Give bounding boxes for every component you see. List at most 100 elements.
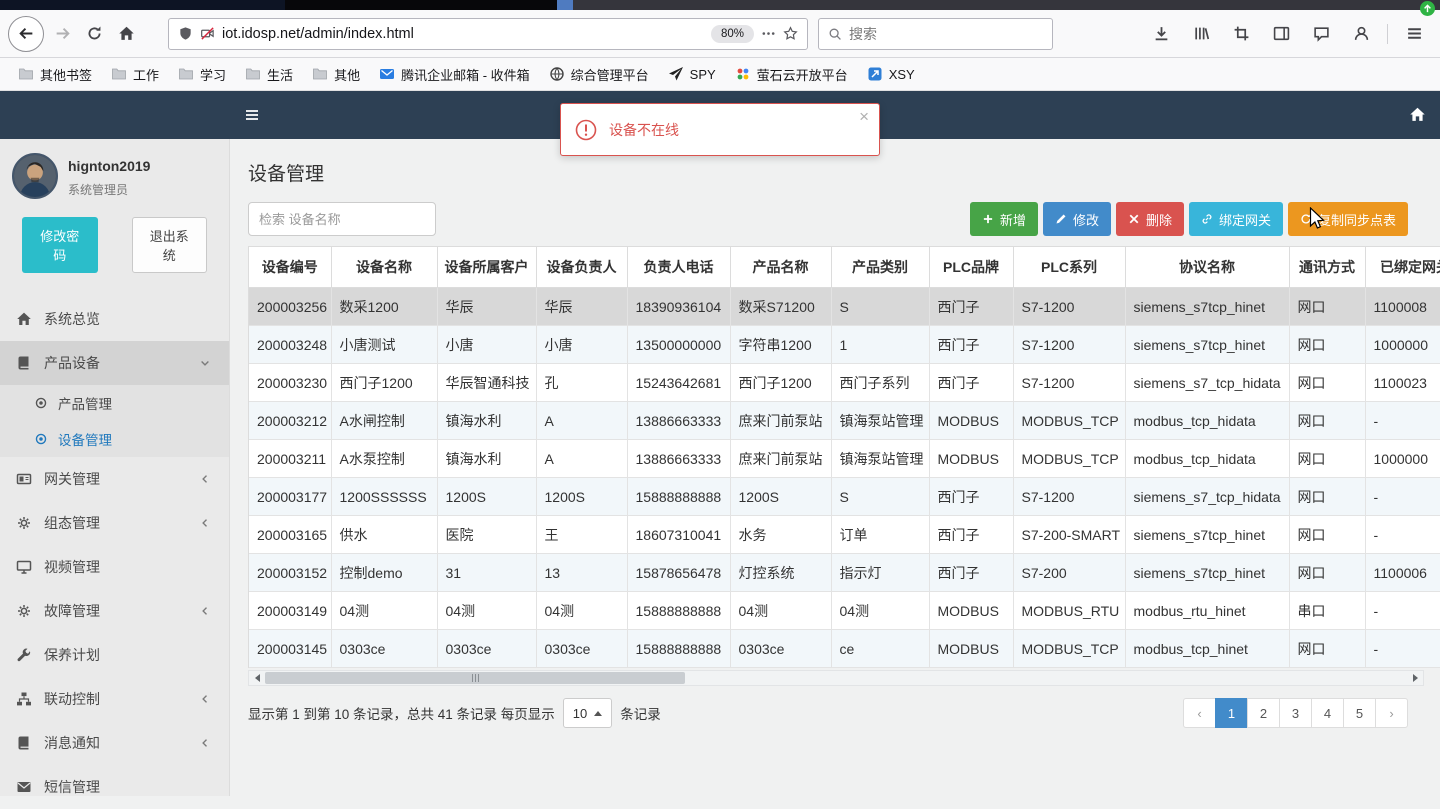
column-header[interactable]: PLC系列 — [1013, 247, 1126, 288]
copy-sync-points-button[interactable]: 复制同步点表 — [1287, 202, 1408, 236]
bookmark-item[interactable]: 学习 — [170, 62, 234, 87]
page-button-5[interactable]: 5 — [1343, 698, 1376, 728]
page-actions-icon[interactable] — [761, 26, 776, 41]
page-size-dropdown[interactable]: 10 — [562, 698, 613, 728]
bookmark-item[interactable]: 综合管理平台 — [541, 62, 657, 87]
table-row[interactable]: 200003212 A水闸控制 镇海水利 A 13886663333 庶来门前泵站 镇海泵站… — [249, 401, 1440, 440]
sidebar-toggle-icon[interactable] — [244, 107, 260, 123]
sidebar-item-fault-management[interactable]: 故障管理 — [0, 589, 229, 633]
bookmark-item[interactable]: SPY — [660, 63, 724, 85]
column-header[interactable]: 协议名称 — [1125, 247, 1290, 288]
table-row[interactable]: 200003165 供水 医院王 18607310041 水务 订单 西门子 S7-200-S… — [249, 515, 1440, 554]
close-icon[interactable]: × — [859, 108, 869, 125]
sidebar-item-message-notification[interactable]: 消息通知 — [0, 721, 229, 765]
column-header[interactable]: 负责人电话 — [627, 247, 731, 288]
sidebar-item-product-management[interactable]: 产品管理 — [0, 385, 229, 421]
table-row[interactable]: 200003145 0303ce 0303ce 0303ce 15888888888 03… — [249, 629, 1440, 668]
zoom-indicator[interactable]: 80% — [710, 24, 754, 43]
prev-page-button[interactable]: ‹ — [1183, 698, 1216, 728]
avatar[interactable] — [12, 153, 58, 199]
column-header[interactable]: 设备编号 — [249, 247, 332, 288]
chat-button[interactable] — [1305, 18, 1337, 50]
page-button-2[interactable]: 2 — [1247, 698, 1280, 728]
bookmark-item[interactable]: 其他书签 — [10, 62, 100, 87]
sidebar-item-maintenance-plan[interactable]: 保养计划 — [0, 633, 229, 677]
table-cell: 18607310041 — [627, 515, 731, 554]
page-button-4[interactable]: 4 — [1311, 698, 1344, 728]
bind-gateway-button[interactable]: 绑定网关 — [1188, 202, 1283, 236]
update-available-badge[interactable] — [1420, 1, 1435, 16]
page-button-1[interactable]: 1 — [1215, 698, 1248, 728]
url-bar[interactable]: iot.idosp.net/admin/index.html 80% — [168, 17, 808, 50]
table-cell: 水务 — [730, 515, 832, 554]
blocked-permission-icon[interactable] — [200, 26, 215, 41]
sidebar-item-label: 组态管理 — [44, 515, 100, 531]
bookmark-item[interactable]: 工作 — [103, 62, 167, 87]
library-button[interactable] — [1185, 18, 1217, 50]
browser-search-bar[interactable]: 搜索 — [818, 17, 1053, 50]
table-cell: MODBUS — [929, 591, 1014, 630]
scrollbar-track[interactable] — [265, 671, 1407, 685]
downloads-button[interactable] — [1145, 18, 1177, 50]
sidebar-item-configuration-management[interactable]: 组态管理 — [0, 501, 229, 545]
sidebar-item-video-management[interactable]: 视频管理 — [0, 545, 229, 589]
column-header[interactable]: 设备名称 — [331, 247, 438, 288]
bookmark-item[interactable]: 其他 — [304, 62, 368, 87]
bookmark-item[interactable]: 萤石云开放平台 — [727, 62, 856, 87]
column-header[interactable]: PLC品牌 — [929, 247, 1014, 288]
forward-button[interactable] — [46, 18, 78, 50]
page-button-3[interactable]: 3 — [1279, 698, 1312, 728]
bookmark-item[interactable]: 腾讯企业邮箱 - 收件箱 — [371, 62, 538, 87]
column-header[interactable]: 通讯方式 — [1289, 247, 1366, 288]
logout-button[interactable]: 退出系统 — [131, 217, 207, 273]
sidebar-item-gateway-management[interactable]: 网关管理 — [0, 457, 229, 501]
bookmark-item[interactable]: 生活 — [237, 62, 301, 87]
sidebar-item-label: 保养计划 — [44, 647, 100, 663]
column-header[interactable]: 已绑定网关 — [1365, 247, 1440, 288]
bookmark-item[interactable]: XSY — [859, 63, 923, 85]
delete-button[interactable]: 删除 — [1115, 202, 1184, 236]
table-row[interactable]: 200003248 小唐测试 小唐 小唐 13500000000 字符串1200 1 西门子 S… — [249, 325, 1440, 364]
table-row[interactable]: 200003152 控制demo 31 13 15878656478 灯控系统 指示灯 西门子… — [249, 553, 1440, 592]
device-search-input[interactable] — [248, 202, 436, 236]
wrench-icon — [16, 647, 32, 663]
scrollbar-thumb[interactable] — [265, 672, 685, 684]
horizontal-scrollbar[interactable] — [248, 670, 1424, 686]
change-password-button[interactable]: 修改密码 — [22, 217, 98, 273]
edit-button[interactable]: 修改 — [1042, 202, 1111, 236]
account-button[interactable] — [1345, 18, 1377, 50]
table-cell: 13 — [536, 553, 628, 592]
table-cell: 网口 — [1289, 515, 1366, 554]
sidebar-item-device-management[interactable]: 设备管理 — [0, 421, 229, 457]
column-header[interactable]: 设备所属客户 — [437, 247, 537, 288]
browser-home-button[interactable] — [110, 18, 142, 50]
column-header[interactable]: 设备负责人 — [536, 247, 628, 288]
next-page-button[interactable]: › — [1375, 698, 1408, 728]
reload-button[interactable] — [78, 18, 110, 50]
app-home-icon[interactable] — [1409, 106, 1426, 123]
table-row[interactable]: 200003149 04测 04测 04测 15888888888 04测 04测 MODBU… — [249, 591, 1440, 630]
menu-button[interactable] — [1398, 18, 1430, 50]
table-row[interactable]: 200003256 数采1200 华辰 华辰 18390936104 数采S71200 S 西… — [249, 287, 1440, 326]
scroll-left-button[interactable] — [249, 671, 265, 685]
back-button[interactable] — [8, 15, 44, 52]
table-row[interactable]: 200003230 西门子1200 华辰智通科技孔 15243642681 西门子120… — [249, 363, 1440, 402]
browser-tab-strip[interactable] — [0, 0, 1440, 10]
add-button[interactable]: 新增 — [969, 202, 1038, 236]
url-text[interactable]: iot.idosp.net/admin/index.html — [222, 26, 704, 42]
table-row[interactable]: 200003211 A水泵控制 镇海水利 A 13886663333 庶来门前泵站 镇海泵站… — [249, 439, 1440, 478]
table-row[interactable]: 200003177 1200SSSSSS 1200S 1200S 15888888888… — [249, 477, 1440, 516]
screenshot-button[interactable] — [1225, 18, 1257, 50]
column-header[interactable]: 产品名称 — [730, 247, 832, 288]
sidebar-item-system-overview[interactable]: 系统总览 — [0, 297, 229, 341]
column-header[interactable]: 产品类别 — [831, 247, 930, 288]
table-cell: 0303ce — [730, 629, 832, 668]
sidebar-item-linkage-control[interactable]: 联动控制 — [0, 677, 229, 721]
sidebar-item-product-device[interactable]: 产品设备 — [0, 341, 229, 385]
sidebars-button[interactable] — [1265, 18, 1297, 50]
bookmark-star-icon[interactable] — [783, 26, 798, 41]
scroll-right-button[interactable] — [1407, 671, 1423, 685]
active-tab[interactable] — [285, 0, 557, 10]
sidebar-item-sms-management[interactable]: 短信管理 — [0, 765, 229, 809]
shield-icon[interactable] — [178, 26, 193, 41]
